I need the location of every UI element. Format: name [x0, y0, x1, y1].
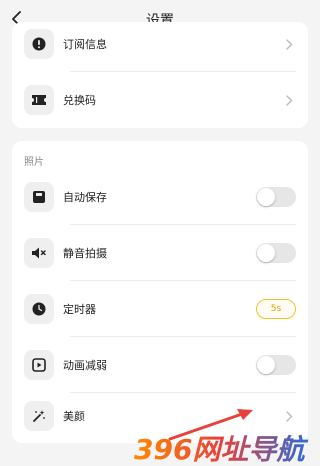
row-label: 定时器: [63, 303, 96, 316]
mute-speaker-icon: [32, 247, 46, 259]
clock-icon-box: [24, 294, 54, 324]
save-icon-box: [24, 182, 54, 212]
row-auto-save[interactable]: 自动保存: [12, 169, 308, 225]
row-subscription[interactable]: 订阅信息: [12, 16, 308, 72]
magic-wand-icon: [33, 410, 45, 422]
row-label: 美颜: [63, 410, 85, 423]
reduce-motion-toggle[interactable]: [256, 355, 296, 375]
row-redeem-code[interactable]: 兑换码: [12, 72, 308, 128]
row-label: 订阅信息: [63, 38, 107, 51]
chevron-right-icon: [284, 93, 294, 107]
ticket-icon: [32, 95, 46, 105]
toggle-knob: [257, 244, 275, 262]
timer-value-pill[interactable]: 5s: [256, 299, 296, 319]
row-silent-shooting[interactable]: 静音拍摄: [12, 225, 308, 281]
photo-settings-card: 照片 自动保存 静音拍摄 定时器 5s 动画减弱 美颜: [12, 141, 308, 443]
play-box-icon: [32, 358, 46, 372]
magic-wand-icon-box: [24, 401, 54, 431]
row-timer[interactable]: 定时器 5s: [12, 281, 308, 337]
toggle-knob: [257, 188, 275, 206]
row-label: 自动保存: [63, 191, 107, 204]
watermark-logo: 396网址导航: [134, 433, 308, 466]
chevron-right-icon: [284, 37, 294, 51]
account-card: 订阅信息 兑换码: [12, 22, 308, 128]
row-label: 兑换码: [63, 94, 96, 107]
chevron-right-icon: [284, 409, 294, 423]
row-label: 静音拍摄: [63, 247, 107, 260]
auto-save-toggle[interactable]: [256, 187, 296, 207]
alert-icon-box: [24, 29, 54, 59]
alert-icon: [32, 37, 46, 51]
save-icon: [33, 191, 45, 203]
silent-shooting-toggle[interactable]: [256, 243, 296, 263]
ticket-icon-box: [24, 85, 54, 115]
section-title: 照片: [24, 157, 44, 168]
clock-icon: [32, 302, 46, 316]
row-reduce-motion[interactable]: 动画减弱: [12, 337, 308, 393]
toggle-knob: [257, 356, 275, 374]
row-label: 动画减弱: [63, 359, 107, 372]
watermark-text: 396网址导航: [134, 433, 308, 466]
mute-speaker-icon-box: [24, 238, 54, 268]
play-box-icon-box: [24, 350, 54, 380]
